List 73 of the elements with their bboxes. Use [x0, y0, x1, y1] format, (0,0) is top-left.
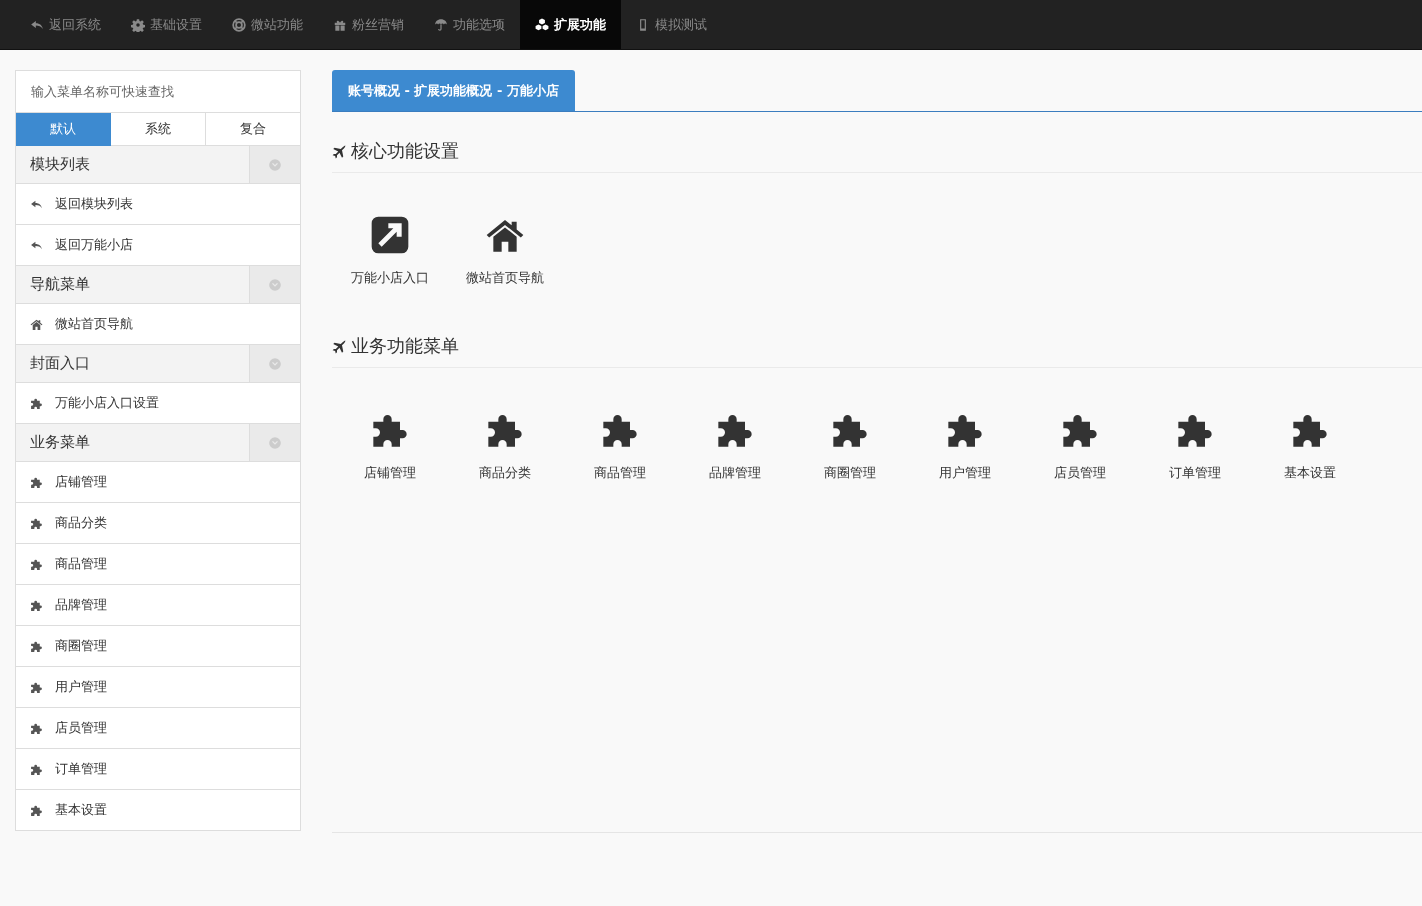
nav-tab[interactable]: 功能选项 — [419, 0, 520, 49]
group-title: 模块列表 — [29, 154, 91, 175]
menu-group-header[interactable]: 模块列表 — [16, 146, 300, 184]
tile-label: 万能小店入口 — [350, 269, 429, 287]
tile-label: 商圈管理 — [823, 464, 876, 482]
lifebuoy-icon — [232, 17, 246, 32]
plane-icon — [332, 143, 347, 159]
filter-tab[interactable]: 默认 — [16, 113, 111, 146]
gear-icon — [131, 17, 145, 32]
function-tile[interactable]: 基本设置 — [1252, 410, 1367, 482]
section-heading: 核心功能设置 — [351, 139, 459, 163]
breadcrumb-tab[interactable]: 账号概况 - 扩展功能概况 - 万能小店 — [332, 70, 575, 111]
chevron-down-icon — [268, 277, 282, 292]
puzzle-piece-icon — [30, 396, 43, 410]
sidebar-menu-item[interactable]: 用户管理 — [16, 667, 300, 708]
sidebar-menu-item[interactable]: 基本设置 — [16, 790, 300, 830]
sidebar-menu-item[interactable]: 商品管理 — [16, 544, 300, 585]
puzzle-piece-icon — [30, 639, 43, 653]
function-tile[interactable]: 店铺管理 — [332, 410, 447, 482]
chevron-down-icon — [268, 157, 282, 172]
function-tile[interactable]: 万能小店入口 — [332, 215, 447, 287]
chevron-down-icon — [268, 435, 282, 450]
puzzle-piece-icon — [30, 762, 43, 776]
tile-label: 商品管理 — [593, 464, 646, 482]
sidebar-menu-item[interactable]: 商圈管理 — [16, 626, 300, 667]
tile-label: 品牌管理 — [708, 464, 761, 482]
function-tile[interactable]: 品牌管理 — [677, 410, 792, 482]
puzzle-piece-icon — [30, 475, 43, 489]
section-heading: 业务功能菜单 — [351, 334, 459, 358]
group-title: 业务菜单 — [29, 432, 91, 453]
sidebar-menu-item[interactable]: 店铺管理 — [16, 462, 300, 503]
nav-tab[interactable]: 微站功能 — [217, 0, 318, 49]
function-tile[interactable]: 商品分类 — [447, 410, 562, 482]
external-link-icon — [369, 215, 410, 255]
tile-label: 商品分类 — [478, 464, 531, 482]
puzzle-piece-icon — [30, 680, 43, 694]
nav-tab[interactable]: 模拟测试 — [621, 0, 722, 49]
tile-label: 基本设置 — [1283, 464, 1336, 482]
nav-tab[interactable]: 粉丝营销 — [318, 0, 419, 49]
function-tile[interactable]: 商圈管理 — [792, 410, 907, 482]
function-tile[interactable]: 微站首页导航 — [447, 215, 562, 287]
tile-label: 微站首页导航 — [465, 269, 544, 287]
chevron-down-icon — [268, 356, 282, 371]
function-tile[interactable]: 订单管理 — [1137, 410, 1252, 482]
nav-tab[interactable]: 返回系统 — [15, 0, 116, 49]
sidebar-menu-item[interactable]: 店员管理 — [16, 708, 300, 749]
sidebar-menu-item[interactable]: 品牌管理 — [16, 585, 300, 626]
menu-group-header[interactable]: 导航菜单 — [16, 266, 300, 304]
tile-label: 店铺管理 — [363, 464, 416, 482]
puzzle-piece-icon — [30, 557, 43, 571]
umbrella-icon — [434, 17, 448, 32]
function-tile[interactable]: 店员管理 — [1022, 410, 1137, 482]
function-tile[interactable]: 商品管理 — [562, 410, 677, 482]
sidebar-menu-item[interactable]: 商品分类 — [16, 503, 300, 544]
cubes-icon — [535, 17, 549, 32]
sidebar-menu-item[interactable]: 返回模块列表 — [16, 184, 300, 225]
group-title: 封面入口 — [29, 353, 91, 374]
menu-group-header[interactable]: 封面入口 — [16, 345, 300, 383]
function-tile[interactable]: 用户管理 — [907, 410, 1022, 482]
home-icon — [30, 317, 43, 331]
tile-label: 用户管理 — [938, 464, 991, 482]
tile-label: 订单管理 — [1168, 464, 1221, 482]
puzzle-piece-icon — [30, 803, 43, 817]
puzzle-piece-icon — [30, 516, 43, 530]
nav-tab[interactable]: 基础设置 — [116, 0, 217, 49]
puzzle-piece-icon — [30, 598, 43, 612]
sidebar-menu-item[interactable]: 订单管理 — [16, 749, 300, 790]
tile-label: 店员管理 — [1053, 464, 1106, 482]
menu-group-header[interactable]: 业务菜单 — [16, 424, 300, 462]
nav-tab[interactable]: 扩展功能 — [520, 0, 621, 49]
puzzle-piece-icon — [30, 721, 43, 735]
plane-icon — [332, 338, 347, 354]
group-title: 导航菜单 — [29, 274, 91, 295]
